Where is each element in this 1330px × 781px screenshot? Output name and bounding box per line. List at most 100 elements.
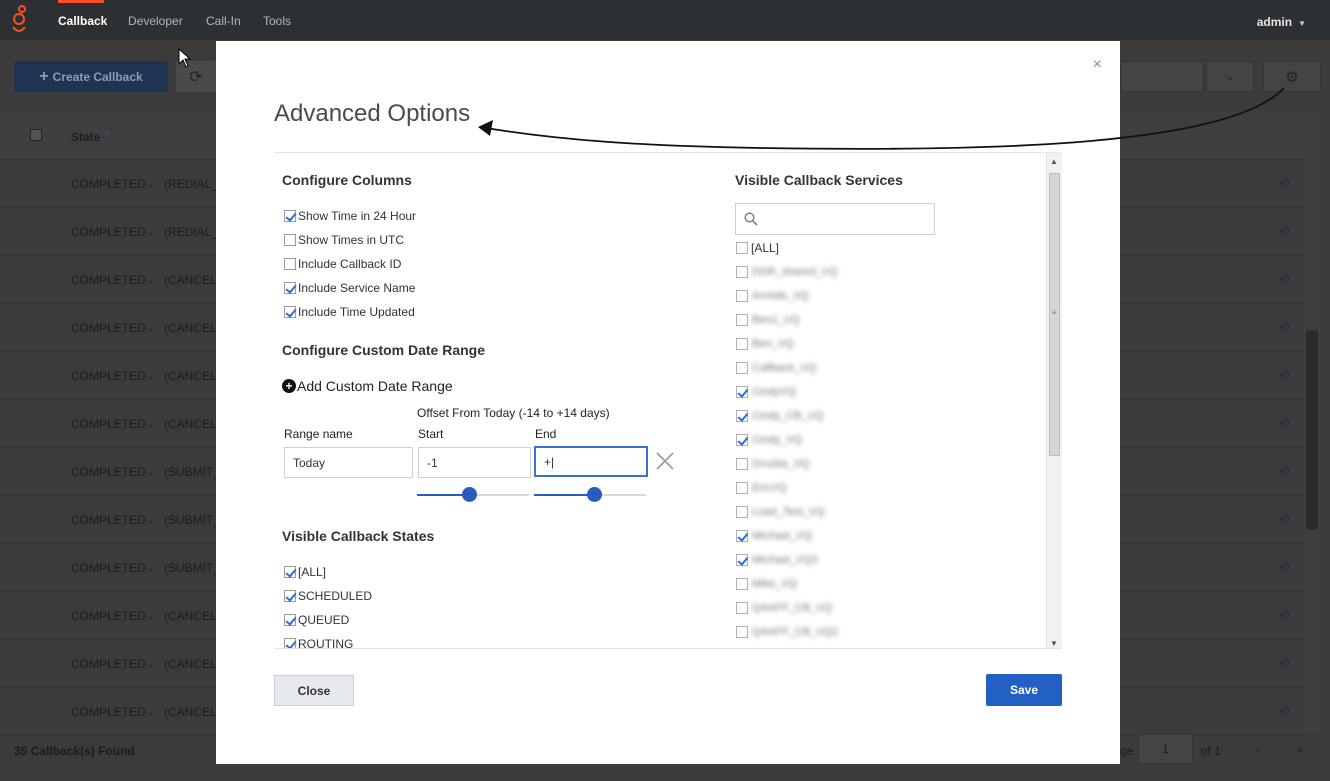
checkbox[interactable] <box>284 638 296 648</box>
add-custom-date-range-button[interactable]: + Add Custom Date Range <box>282 378 453 394</box>
service-option[interactable]: QAAFF_CB_VQ2 <box>736 624 838 640</box>
checkbox[interactable] <box>736 386 748 398</box>
checkbox[interactable] <box>736 458 748 470</box>
service-option[interactable]: Armide_VQ <box>736 288 809 304</box>
dialog-scrollbar[interactable]: ▲ ≡ ▼ <box>1046 153 1062 648</box>
service-option[interactable]: DDR_shared_VQ <box>736 264 838 280</box>
checkbox[interactable] <box>284 306 296 318</box>
reschedule-icon[interactable]: ⟲ <box>1278 367 1290 384</box>
checkbox[interactable] <box>736 338 748 350</box>
service-option[interactable]: EricVQ <box>736 480 787 496</box>
reschedule-icon[interactable]: ⟲ <box>1278 511 1290 528</box>
checkbox-option[interactable]: Show Times in UTC <box>284 232 404 248</box>
nav-call-in[interactable]: Call-In <box>206 14 241 28</box>
last-page-button[interactable]: » <box>1282 734 1318 764</box>
filter-icon[interactable]: ▼ <box>101 128 112 140</box>
service-option[interactable]: CindyVQ <box>736 384 796 400</box>
service-option[interactable]: Mike_VQ <box>736 576 797 592</box>
service-option[interactable]: Cindy_VQ <box>736 432 802 448</box>
reschedule-icon[interactable]: ⟲ <box>1278 319 1290 336</box>
service-option[interactable]: Ben2_VQ <box>736 312 800 328</box>
table-scrollbar-thumb[interactable] <box>1306 330 1318 530</box>
checkbox[interactable] <box>284 282 296 294</box>
scroll-down-icon[interactable]: ▼ <box>1050 639 1058 648</box>
scroll-up-icon[interactable]: ▲ <box>1050 157 1058 166</box>
user-menu[interactable]: admin ▼ <box>1257 15 1306 29</box>
checkbox-option[interactable]: Include Callback ID <box>284 256 401 272</box>
chevron-down-icon[interactable]: ⌄ <box>147 611 155 622</box>
service-option[interactable]: Michael_VQ2 <box>736 552 818 568</box>
checkbox[interactable] <box>284 614 296 626</box>
chevron-down-icon[interactable]: ⌄ <box>147 419 155 430</box>
filter-dropdown-toggle[interactable]: ⌄ <box>1206 61 1254 92</box>
reschedule-icon[interactable]: ⟲ <box>1278 223 1290 240</box>
checkbox[interactable] <box>284 210 296 222</box>
reschedule-icon[interactable]: ⟲ <box>1278 607 1290 624</box>
checkbox[interactable] <box>736 578 748 590</box>
checkbox[interactable] <box>736 434 748 446</box>
checkbox-option[interactable]: Include Time Updated <box>284 304 415 320</box>
reschedule-icon[interactable]: ⟲ <box>1278 655 1290 672</box>
checkbox[interactable] <box>736 602 748 614</box>
checkbox[interactable] <box>736 314 748 326</box>
service-search-input[interactable] <box>735 203 935 235</box>
select-all-checkbox[interactable] <box>30 129 42 141</box>
checkbox[interactable] <box>736 410 748 422</box>
checkbox-option[interactable]: ROUTING <box>284 636 353 648</box>
start-offset-input[interactable]: -1 <box>418 447 531 478</box>
settings-button[interactable]: ⚙ <box>1263 61 1321 92</box>
chevron-down-icon[interactable]: ⌄ <box>147 659 155 670</box>
chevron-down-icon[interactable]: ⌄ <box>147 323 155 334</box>
nav-tools[interactable]: Tools <box>263 14 291 28</box>
nav-callback[interactable]: Callback <box>58 14 107 28</box>
checkbox[interactable] <box>736 266 748 278</box>
reschedule-icon[interactable]: ⟲ <box>1278 559 1290 576</box>
service-option[interactable]: Michael_VQ <box>736 528 812 544</box>
service-option[interactable]: Cindy_CB_VQ <box>736 408 824 424</box>
checkbox[interactable] <box>736 242 748 254</box>
chevron-down-icon[interactable]: ⌄ <box>147 707 155 718</box>
chevron-down-icon[interactable]: ⌄ <box>147 275 155 286</box>
checkbox[interactable] <box>736 290 748 302</box>
save-button[interactable]: Save <box>986 674 1062 706</box>
checkbox[interactable] <box>736 626 748 638</box>
dialog-scrollbar-thumb[interactable]: ≡ <box>1049 173 1060 456</box>
service-option[interactable]: Druzba_VQ <box>736 456 809 472</box>
state-column-header[interactable]: State <box>71 130 100 144</box>
nav-developer[interactable]: Developer <box>128 14 183 28</box>
chevron-down-icon[interactable]: ⌄ <box>147 467 155 478</box>
chevron-down-icon[interactable]: ⌄ <box>147 179 155 190</box>
slider-thumb[interactable] <box>587 487 603 502</box>
chevron-down-icon[interactable]: ⌄ <box>147 515 155 526</box>
checkbox[interactable] <box>736 362 748 374</box>
service-option[interactable]: QAAFF_CB_VQ <box>736 600 832 616</box>
reschedule-icon[interactable]: ⟲ <box>1278 175 1290 192</box>
service-option[interactable]: Ben_VQ <box>736 336 794 352</box>
checkbox[interactable] <box>284 590 296 602</box>
range-name-input[interactable]: Today <box>284 447 413 478</box>
checkbox[interactable] <box>736 506 748 518</box>
service-option[interactable]: Callback_VQ <box>736 360 816 376</box>
close-button[interactable]: Close <box>274 675 354 706</box>
reschedule-icon[interactable]: ⟲ <box>1278 703 1290 720</box>
filter-dropdown[interactable] <box>1120 61 1204 92</box>
slider-thumb[interactable] <box>461 487 477 502</box>
reschedule-icon[interactable]: ⟲ <box>1278 271 1290 288</box>
page-number-input[interactable]: 1 <box>1138 734 1193 764</box>
end-offset-input[interactable]: +| <box>534 446 648 477</box>
close-icon[interactable]: × <box>1093 56 1102 74</box>
checkbox[interactable] <box>284 566 296 578</box>
chevron-down-icon[interactable]: ⌄ <box>147 227 155 238</box>
checkbox-option[interactable]: QUEUED <box>284 612 349 628</box>
reschedule-icon[interactable]: ⟲ <box>1278 415 1290 432</box>
checkbox-option[interactable]: Include Service Name <box>284 280 415 296</box>
checkbox[interactable] <box>284 234 296 246</box>
checkbox[interactable] <box>736 482 748 494</box>
create-callback-button[interactable]: + Create Callback <box>14 61 168 92</box>
checkbox[interactable] <box>284 258 296 270</box>
checkbox-option[interactable]: SCHEDULED <box>284 588 372 604</box>
next-page-button[interactable]: › <box>1240 734 1276 764</box>
reschedule-icon[interactable]: ⟲ <box>1278 463 1290 480</box>
service-option-all[interactable]: [ALL] <box>736 240 779 256</box>
service-option[interactable]: Load_Test_VQ <box>736 504 825 520</box>
